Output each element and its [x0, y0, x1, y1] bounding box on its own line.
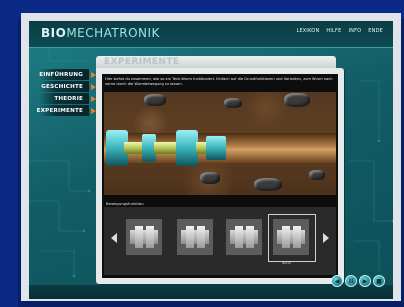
logo-bold: BIO	[41, 26, 67, 40]
top-navigation: LEXIKON HILFE INFO ENDE	[296, 28, 383, 34]
topnav-lexikon[interactable]: LEXIKON	[296, 28, 319, 34]
worm-simulation	[104, 92, 336, 195]
app-window: BIOMECHATRONIK LEXIKON HILFE INFO ENDE E…	[29, 21, 393, 299]
side-navigation: EINFÜHRUNG GESCHICHTE THEORIE EXPERIMENT…	[36, 69, 96, 117]
stop-button[interactable]: ■	[373, 275, 385, 287]
segment-selector: aktiv	[104, 207, 336, 275]
sidenav-item-experimente[interactable]: EXPERIMENTE	[36, 105, 96, 116]
app-header: BIOMECHATRONIK LEXIKON HILFE INFO ENDE	[29, 21, 393, 48]
segment-thumbnail-selected[interactable]	[273, 219, 309, 255]
rewind-button[interactable]: ◀	[331, 275, 343, 287]
segment-label: Bewegungsfunktion	[106, 201, 144, 206]
sidenav-item-geschichte[interactable]: GESCHICHTE	[39, 81, 96, 92]
sidenav-label: EXPERIMENTE	[36, 107, 83, 114]
segment-thumbnail[interactable]	[177, 219, 213, 255]
panel-title: EXPERIMENTE	[104, 57, 180, 67]
topnav-ende[interactable]: ENDE	[368, 28, 383, 34]
thumb-ring	[186, 226, 194, 248]
sidenav-label: THEORIE	[54, 95, 83, 102]
worm-robot	[106, 130, 226, 166]
playback-controls: ◀ II ▶ ■	[331, 275, 385, 287]
bottom-bar	[29, 285, 393, 299]
segment-thumbnail[interactable]	[226, 219, 262, 255]
sidenav-item-einfuehrung[interactable]: EINFÜHRUNG	[39, 69, 96, 80]
topnav-info[interactable]: INFO	[348, 28, 361, 34]
thumb-ring	[293, 226, 301, 248]
experiment-panel: Hier siehst du zusammen, wie so ein Tech…	[96, 68, 344, 284]
thumb-ring	[282, 226, 290, 248]
sidenav-label: GESCHICHTE	[41, 83, 83, 90]
prev-arrow-icon[interactable]	[111, 233, 117, 243]
selection-label: aktiv	[282, 261, 291, 265]
app-logo: BIOMECHATRONIK	[41, 26, 160, 40]
next-arrow-icon[interactable]	[323, 233, 329, 243]
sidenav-label: EINFÜHRUNG	[39, 71, 83, 78]
intro-text: Hier siehst du zusammen, wie so ein Tech…	[105, 77, 333, 87]
topnav-hilfe[interactable]: HILFE	[326, 28, 341, 34]
pause-button[interactable]: II	[345, 275, 357, 287]
segment-thumbnail[interactable]	[126, 219, 162, 255]
thumb-ring	[235, 226, 243, 248]
thumb-ring	[146, 226, 154, 248]
panel-content: Hier siehst du zusammen, wie so ein Tech…	[102, 74, 338, 278]
thumb-ring	[246, 226, 254, 248]
thumb-ring	[135, 226, 143, 248]
logo-rest: MECHATRONIK	[66, 26, 160, 40]
play-button[interactable]: ▶	[359, 275, 371, 287]
thumb-ring	[197, 226, 205, 248]
sidenav-item-theorie[interactable]: THEORIE	[39, 93, 96, 104]
